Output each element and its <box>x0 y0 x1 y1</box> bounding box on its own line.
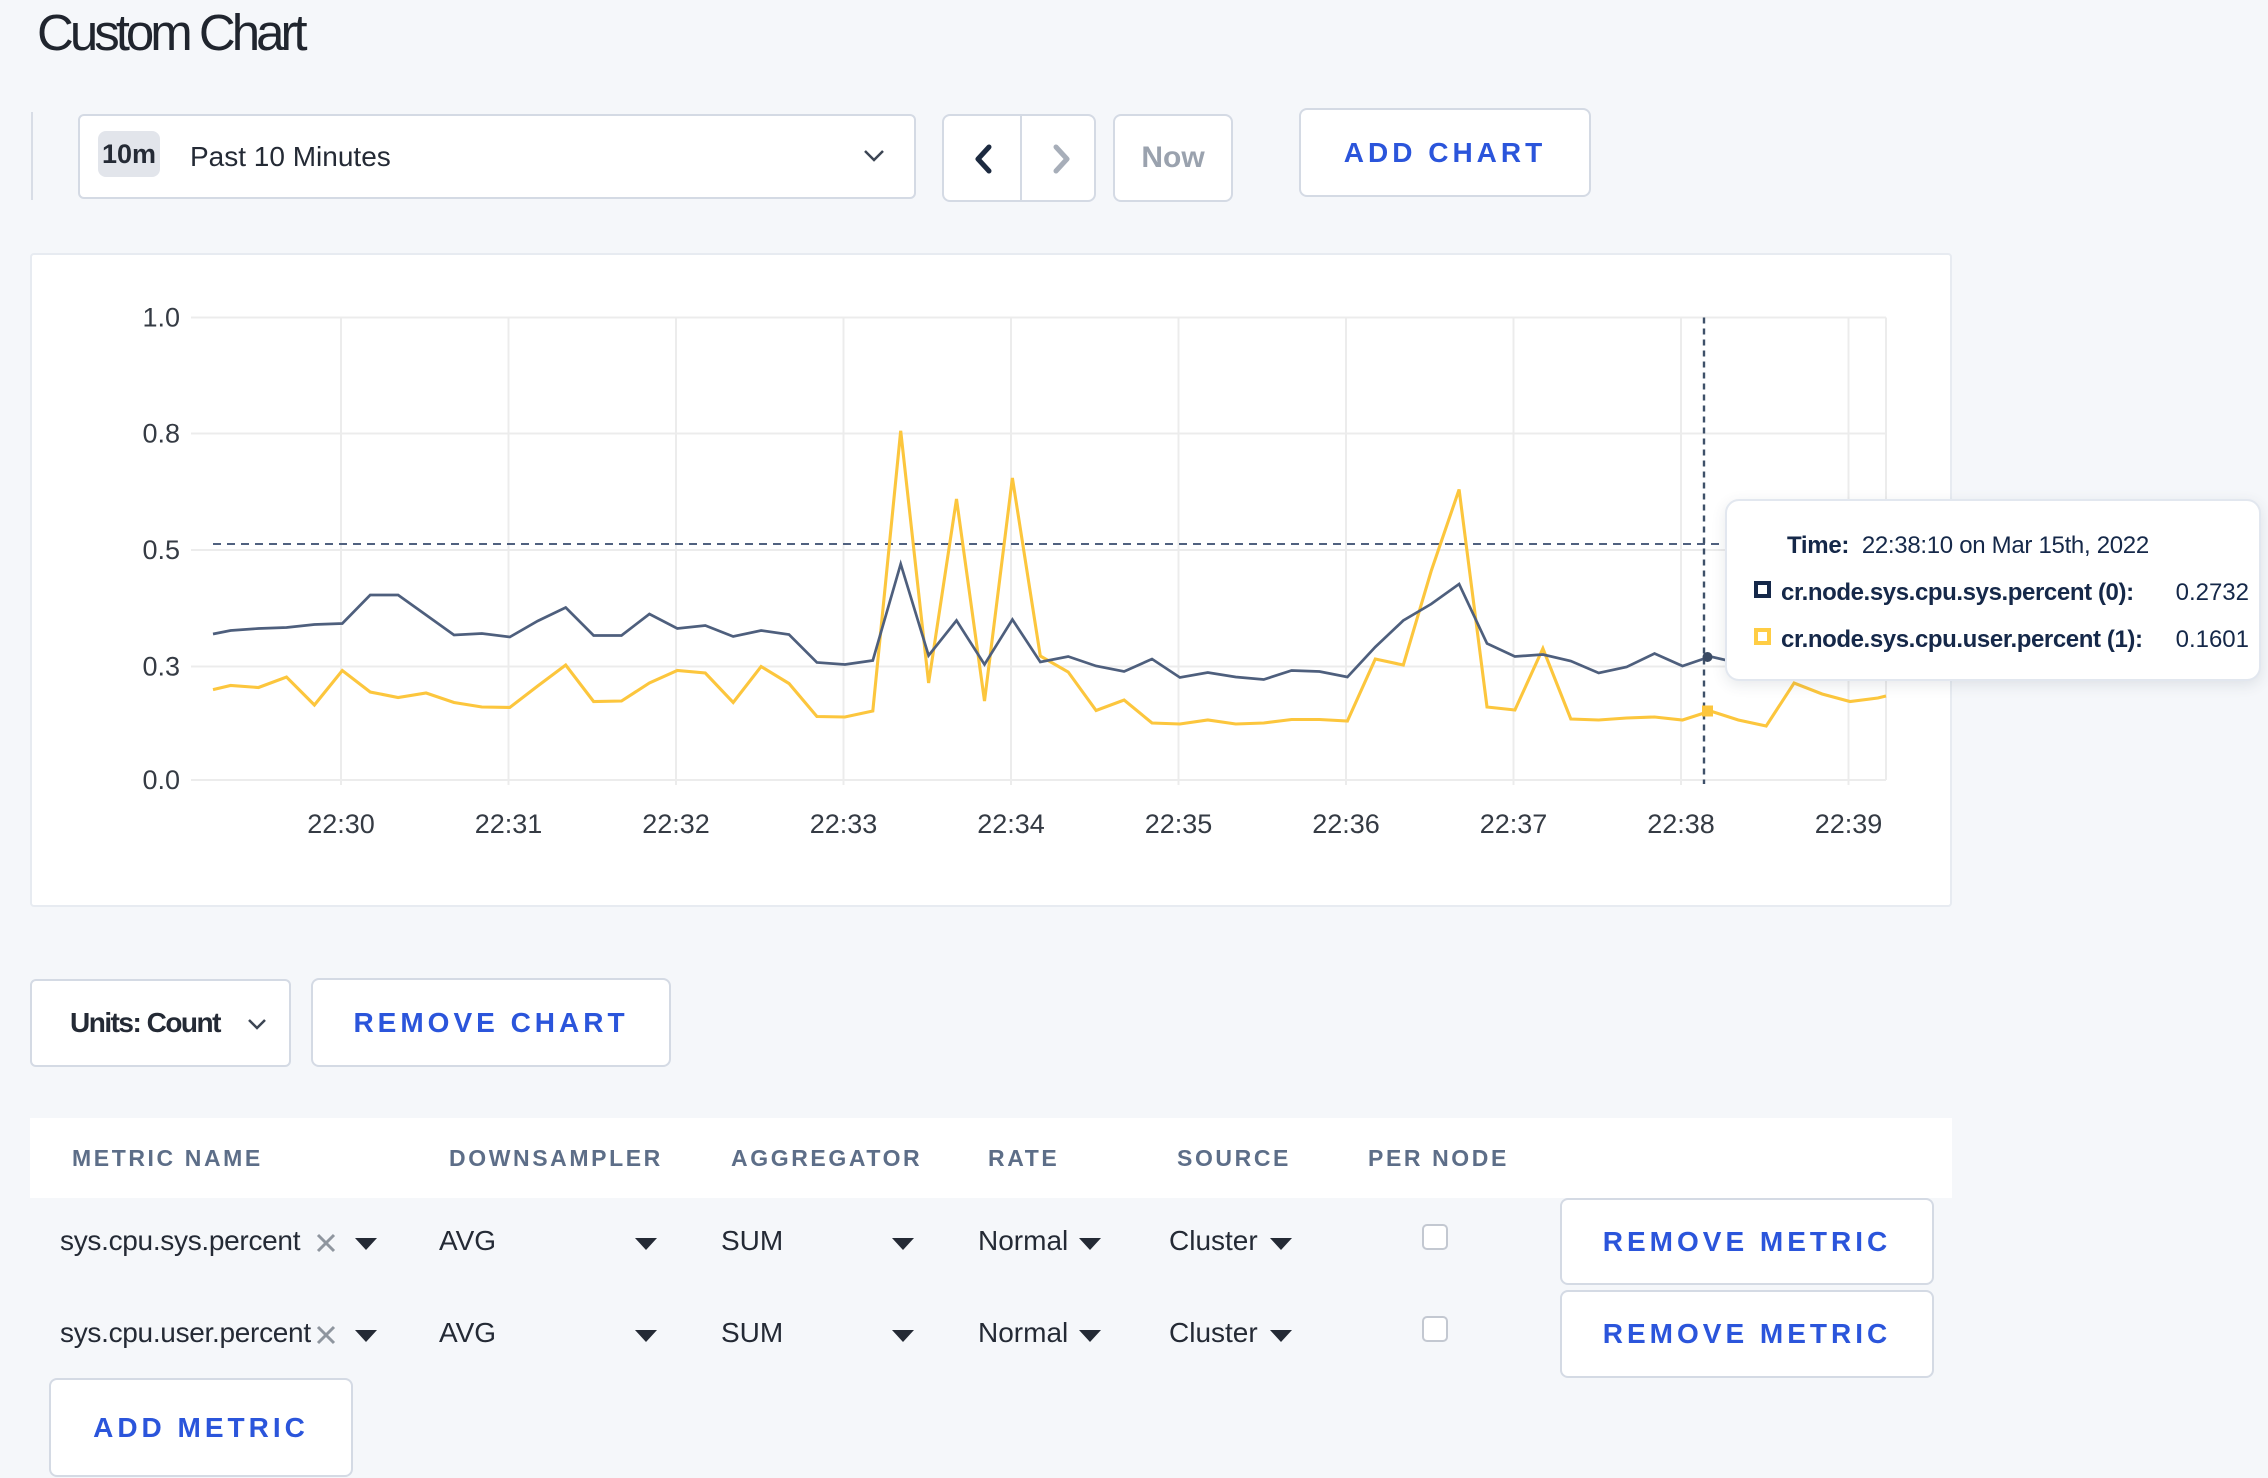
svg-text:22:36: 22:36 <box>1312 809 1380 839</box>
svg-text:22:31: 22:31 <box>475 809 543 839</box>
svg-text:22:38: 22:38 <box>1647 809 1715 839</box>
svg-text:22:32: 22:32 <box>642 809 710 839</box>
svg-text:22:35: 22:35 <box>1145 809 1213 839</box>
svg-text:22:37: 22:37 <box>1480 809 1548 839</box>
svg-text:0.0: 0.0 <box>142 765 180 795</box>
svg-text:0.3: 0.3 <box>142 652 180 682</box>
svg-text:22:39: 22:39 <box>1815 809 1883 839</box>
svg-text:1.0: 1.0 <box>142 303 180 333</box>
svg-text:0.8: 0.8 <box>142 419 180 449</box>
svg-text:22:34: 22:34 <box>977 809 1045 839</box>
svg-text:22:30: 22:30 <box>307 809 375 839</box>
svg-text:0.5: 0.5 <box>142 535 180 565</box>
svg-text:22:33: 22:33 <box>810 809 878 839</box>
